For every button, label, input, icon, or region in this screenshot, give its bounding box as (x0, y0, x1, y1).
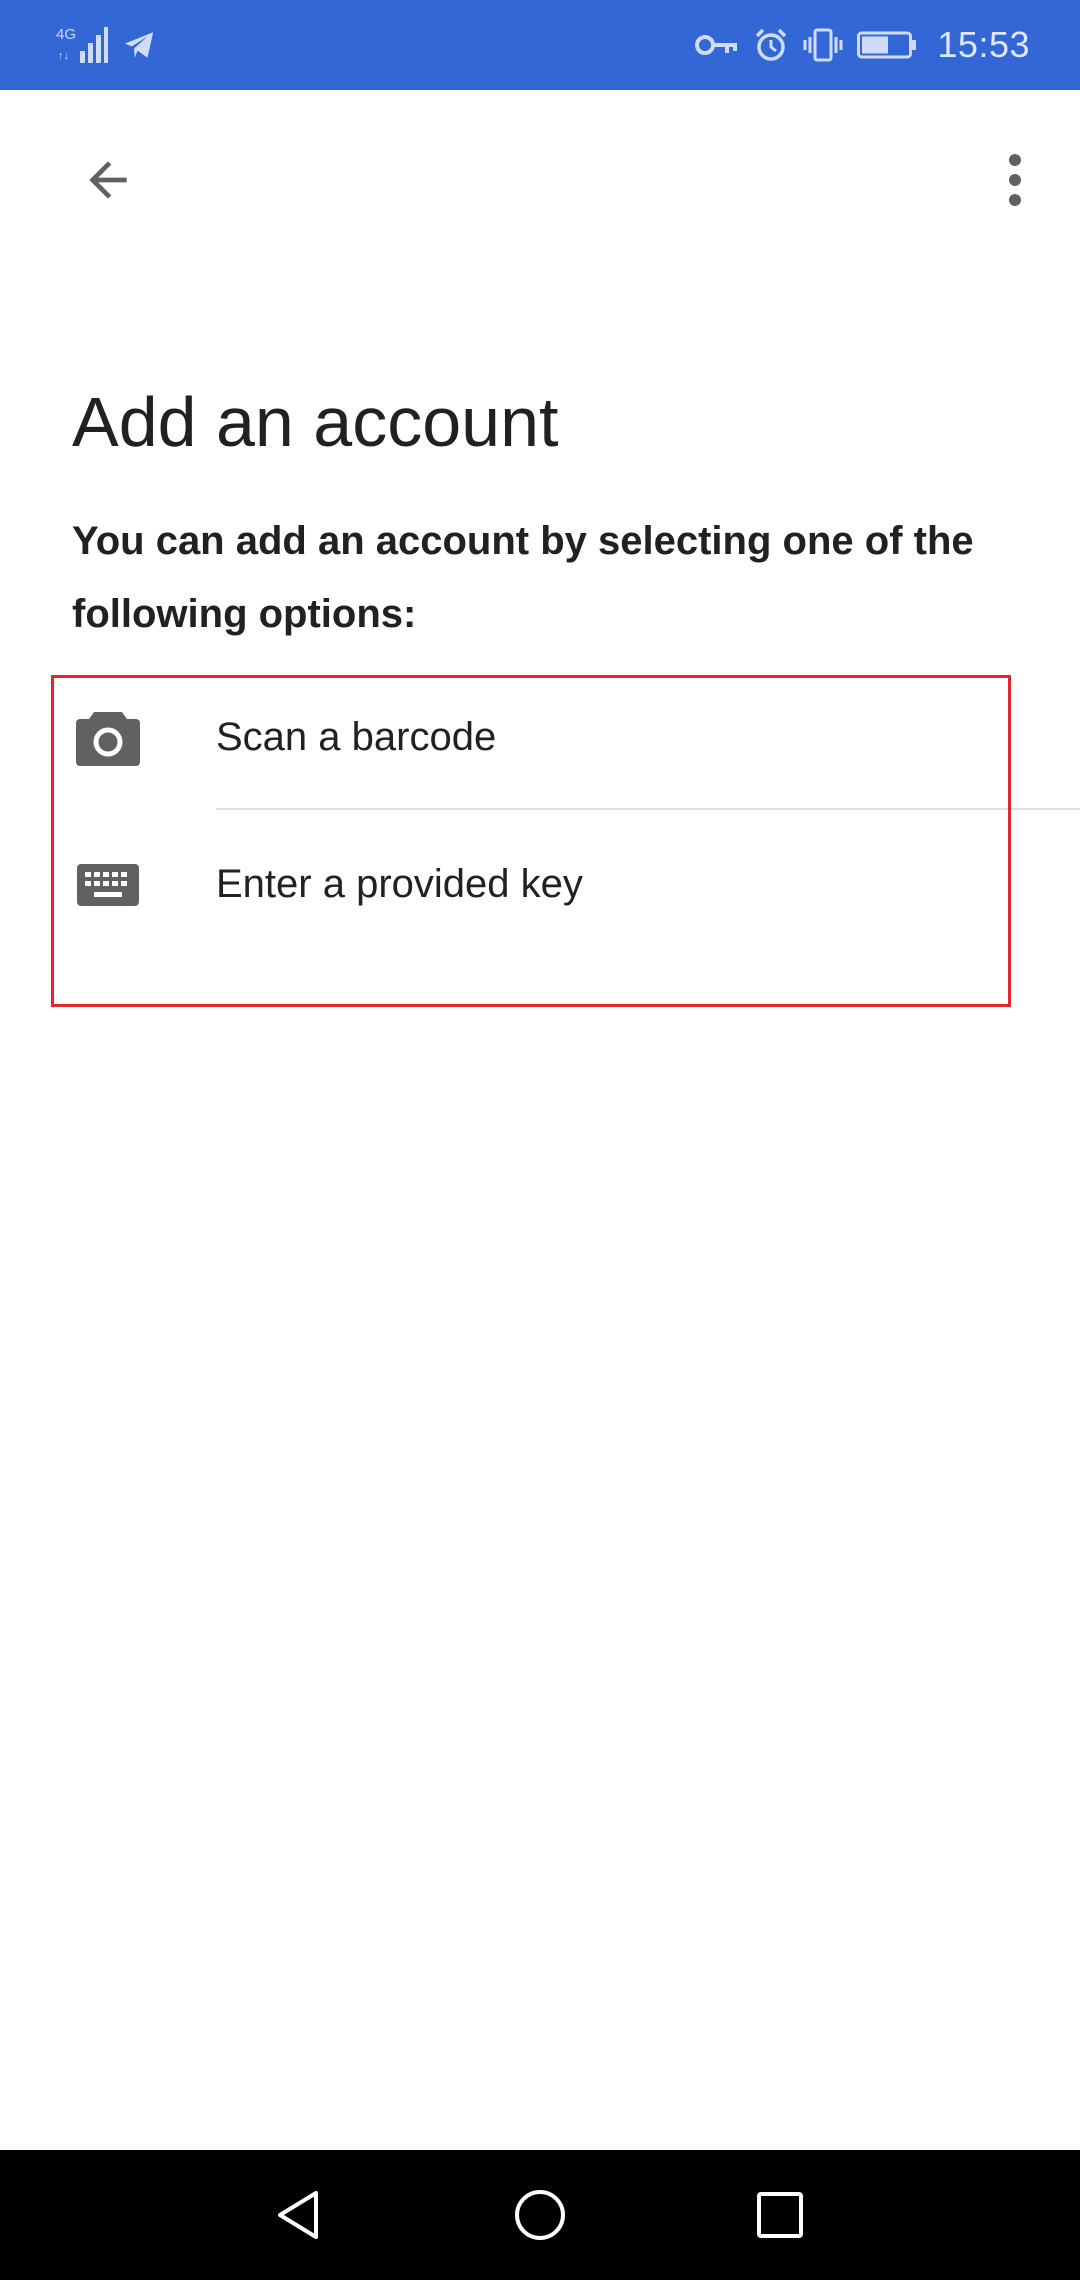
svg-text:↑↓: ↑↓ (58, 50, 69, 62)
highlight-box (51, 675, 1011, 1007)
status-left-group: 4G ↑↓ (54, 22, 156, 68)
nav-recents-icon (757, 2192, 803, 2238)
battery-icon (857, 31, 917, 59)
navigation-bar (0, 2150, 1080, 2280)
svg-text:4G: 4G (56, 26, 76, 43)
nav-back-button[interactable] (255, 2170, 345, 2260)
status-right-group: 15:53 (695, 20, 1030, 70)
more-options-button[interactable] (980, 140, 1050, 220)
vpn-key-icon (695, 35, 738, 55)
arrow-back-icon (89, 161, 127, 199)
telegram-icon (124, 32, 154, 58)
more-vert-icon (1009, 154, 1021, 206)
alarm-icon (756, 28, 787, 61)
network-4g-icon: 4G ↑↓ (56, 26, 108, 63)
back-button[interactable] (68, 140, 148, 220)
vibrate-icon (803, 28, 843, 62)
app-bar (0, 90, 1080, 260)
nav-home-icon (515, 2190, 565, 2240)
status-bar: 4G ↑↓ 15:53 (0, 0, 1080, 90)
nav-recents-button[interactable] (735, 2170, 825, 2260)
page-title: Add an account (72, 383, 559, 461)
nav-home-button[interactable] (495, 2170, 585, 2260)
status-time: 15:53 (937, 24, 1030, 65)
nav-back-icon (278, 2191, 318, 2239)
page-subtitle: You can add an account by selecting one … (72, 519, 974, 636)
